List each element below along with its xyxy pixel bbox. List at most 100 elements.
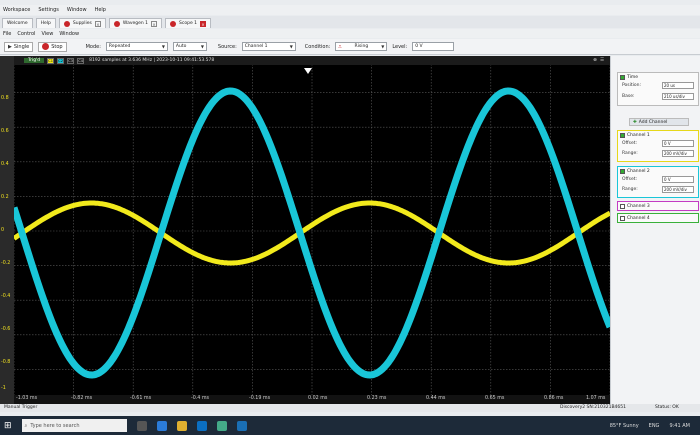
channel-3-group: Channel 3 (617, 201, 699, 211)
menu-settings[interactable]: Settings (38, 7, 59, 13)
channel-1-range-input[interactable]: 200 mV/div (662, 150, 694, 157)
taskbar-search[interactable]: ⌕ Type here to search (21, 419, 127, 432)
tab-welcome[interactable]: Welcome (2, 18, 33, 28)
waveforms-icon[interactable] (236, 420, 247, 431)
status-bar: Manual Trigger Discovery2 SN:210321B4651… (0, 404, 700, 412)
offset-label: Offset: (622, 141, 638, 146)
tab-scope[interactable]: Scope 1 × (165, 18, 212, 28)
menu-window[interactable]: Window (59, 31, 79, 37)
x-tick-label: -0.61 ms (130, 396, 152, 401)
y-axis-strip: 0.8 0.6 0.4 0.2 0 -0.2 -0.4 -0.6 -0.8 -1 (0, 56, 14, 411)
single-button[interactable]: ▶ Single (4, 41, 34, 52)
menu-file[interactable]: File (3, 31, 11, 37)
channel-3-header[interactable]: Channel 3 (618, 202, 698, 210)
taskbar: ⊞ ⌕ Type here to search 85°F Sunny ENG 9… (0, 416, 700, 435)
y-tick-label: 0.2 (1, 195, 9, 200)
plot-grid (13, 57, 611, 405)
app-icon[interactable] (216, 420, 227, 431)
menu-window[interactable]: Window (67, 7, 87, 13)
menu-workspace[interactable]: Workspace (3, 7, 30, 13)
x-tick-label: 0.02 ms (308, 396, 328, 401)
chevron-down-icon: ▼ (289, 44, 293, 49)
x-tick-label: 0.86 ms (544, 396, 564, 401)
stop-icon (42, 43, 50, 50)
channel-1-group: Channel 1 Offset: 0 V Range: 200 mV/div (617, 130, 699, 162)
tab-help[interactable]: Help (35, 18, 56, 28)
source-select[interactable]: Channel 1 ▼ (241, 42, 296, 51)
language-indicator[interactable]: ENG (649, 423, 660, 429)
level-value: 0 V (415, 44, 423, 49)
status-ok: Status: OK (655, 405, 679, 410)
weather-widget[interactable]: 85°F Sunny (610, 423, 639, 429)
channel-chip-4[interactable]: C4 (77, 57, 85, 64)
time-group: Time Position: 20 us Base: 210 us/div (617, 72, 699, 106)
mode-select[interactable]: Repeated ▼ (105, 42, 168, 51)
channel-1-label: Channel 1 (627, 132, 650, 138)
close-icon[interactable]: × (151, 20, 158, 27)
tab-label: Help (40, 21, 51, 26)
channel-4-label: Channel 4 (627, 215, 650, 221)
clock[interactable]: 9:41 AM (669, 423, 690, 429)
x-tick-label: 0.23 ms (367, 396, 387, 401)
time-checkbox[interactable] (620, 74, 625, 80)
chevron-down-icon: ▼ (381, 44, 385, 49)
channel-3-checkbox[interactable] (620, 203, 625, 209)
mode-value: Repeated (108, 44, 131, 49)
menu-control[interactable]: Control (17, 31, 35, 37)
edge-icon[interactable] (156, 420, 167, 431)
explorer-icon[interactable] (176, 420, 187, 431)
search-icon: ⌕ (24, 422, 28, 429)
channel-2-offset-input[interactable]: 0 V (662, 176, 694, 183)
close-icon[interactable]: × (94, 20, 101, 27)
close-icon[interactable]: × (200, 20, 207, 27)
x-tick-label: -1.03 ms (16, 396, 38, 401)
plot-header: Trig'd C1 C2 C3 C4 8192 samples at 3.636… (14, 56, 610, 65)
channel-4-header[interactable]: Channel 4 (618, 214, 698, 222)
channel-1-offset-input[interactable]: 0 V (662, 140, 694, 147)
x-tick-label: -0.19 ms (249, 396, 271, 401)
store-icon[interactable] (196, 420, 207, 431)
condition-select[interactable]: ⎍ Rising ▼ (335, 42, 388, 51)
y-tick-label: 0.6 (1, 129, 9, 134)
level-label: Level: (392, 43, 408, 50)
status-dot-icon (63, 20, 70, 27)
menu-help[interactable]: Help (95, 7, 106, 13)
task-view-icon[interactable] (136, 420, 147, 431)
y-tick-label: 0.8 (1, 96, 9, 101)
stop-button[interactable]: Stop (38, 41, 67, 52)
add-channel-button[interactable]: ✚ Add Channel (629, 118, 689, 126)
zoom-icon[interactable]: ⊕ (593, 58, 597, 63)
channel-2-checkbox[interactable] (620, 168, 625, 174)
x-tick-label: -0.82 ms (71, 396, 93, 401)
windows-start-icon[interactable]: ⊞ (4, 421, 12, 431)
tab-bar: Welcome Help Supplies × Wavegen 1 × Scope … (0, 16, 700, 28)
y-tick-label: -0.6 (1, 327, 11, 332)
acquisition-info: 8192 samples at 3.636 MHz | 2023-10-11 0… (89, 58, 215, 63)
y-tick-label: 0.4 (1, 162, 9, 167)
position-input[interactable]: 20 us (662, 82, 694, 89)
scope-plot[interactable] (10, 57, 614, 405)
status-dot-icon (113, 20, 120, 27)
channel-chip-1[interactable]: C1 (47, 57, 55, 64)
tab-wavegen[interactable]: Wavegen 1 × (108, 18, 163, 28)
channel-1-checkbox[interactable] (620, 132, 625, 138)
tab-supplies[interactable]: Supplies × (58, 18, 106, 28)
base-input[interactable]: 210 us/div (662, 93, 694, 100)
channel-2-range-input[interactable]: 200 mV/div (662, 186, 694, 193)
channel-chip-3[interactable]: C3 (67, 57, 75, 64)
condition-label: Condition: (304, 43, 331, 50)
channel-chip-2[interactable]: C2 (57, 57, 65, 64)
level-input[interactable]: 0 V (412, 42, 455, 51)
menu-icon[interactable]: ☰ (600, 58, 604, 63)
menu-view[interactable]: View (41, 31, 53, 37)
stop-label: Stop (51, 43, 63, 50)
auto-select[interactable]: Auto ▼ (172, 42, 207, 51)
tab-label: Supplies (72, 21, 92, 26)
device-info[interactable]: Discovery2 SN:210321B4651 (560, 405, 626, 410)
y-tick-label: -0.4 (1, 294, 11, 299)
channel-2-header: Channel 2 (618, 167, 698, 175)
x-tick-label: 0.65 ms (485, 396, 505, 401)
trigger-position-marker[interactable] (304, 68, 312, 74)
channel-4-checkbox[interactable] (620, 215, 625, 221)
rising-edge-icon: ⎍ (338, 44, 342, 50)
